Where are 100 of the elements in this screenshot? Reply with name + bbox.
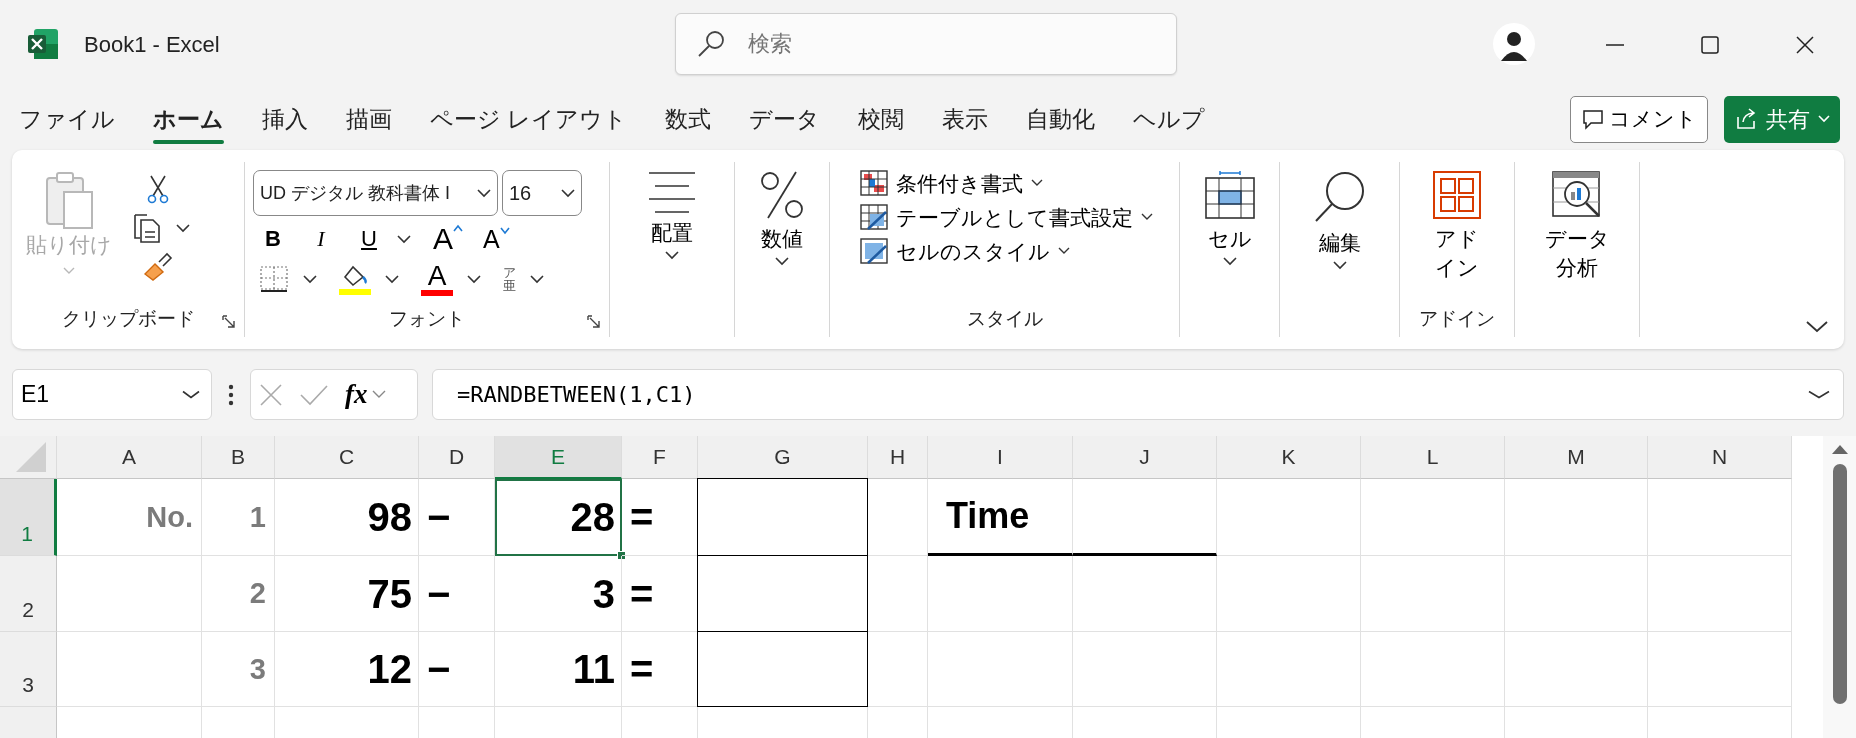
cells-button[interactable]: セル [1197,170,1262,266]
menu-tab[interactable]: ヘルプ [1133,95,1206,143]
column-header[interactable]: B [202,436,275,479]
share-button[interactable]: 共有 [1724,95,1840,143]
font-size-dropdown[interactable]: 16 [502,170,582,216]
phonetic-button[interactable]: ア 亜 [497,266,522,292]
column-header[interactable]: F [622,436,698,479]
shrink-font-button[interactable]: A [477,226,516,252]
editing-button[interactable]: 編集 [1306,170,1373,270]
empty-cell[interactable] [1648,479,1792,556]
empty-cell[interactable] [928,632,1073,707]
name-box[interactable]: E1 [12,369,212,420]
column-header[interactable]: M [1505,436,1648,479]
column-header[interactable]: A [57,436,202,479]
empty-cell[interactable] [1361,556,1505,632]
style-menu-button[interactable]: セルのスタイル [854,238,1171,264]
alignment-button[interactable]: 配置 [641,170,703,260]
caret-icon[interactable] [397,234,411,244]
empty-cell[interactable] [1073,632,1217,707]
caret-icon[interactable] [1808,390,1830,399]
menu-tab[interactable]: 自動化 [1026,95,1096,143]
empty-cell[interactable] [1073,556,1217,632]
more-options-icon[interactable] [228,383,234,406]
caret-icon[interactable] [176,223,190,233]
menu-tab[interactable]: 校閲 [858,95,905,143]
row-header[interactable] [0,707,57,738]
column-header[interactable]: L [1361,436,1505,479]
menu-tab[interactable]: ファイル [19,95,115,143]
empty-cell[interactable] [928,556,1073,632]
empty-cell[interactable] [868,632,928,707]
menu-tab[interactable]: ホーム [153,95,224,143]
column-header[interactable]: C [275,436,419,479]
table-cell[interactable]: 3 [202,632,275,707]
caret-icon[interactable] [182,390,200,399]
empty-cell[interactable] [1505,632,1648,707]
add-ins-button[interactable]: アド イン [1426,170,1488,278]
table-cell[interactable]: 2 [202,556,275,632]
style-menu-button[interactable]: 条件付き書式 [854,170,1171,196]
table-cell[interactable]: 12 [275,632,419,707]
avatar-icon[interactable] [1492,23,1535,65]
menu-tab[interactable]: データ [749,95,821,143]
table-cell[interactable]: Time [928,479,1073,556]
search-field[interactable]: 検索 [674,13,1177,75]
menu-tab[interactable]: ページ レイアウト [430,95,628,143]
italic-button[interactable]: I [301,228,341,250]
column-header[interactable]: K [1217,436,1361,479]
table-cell[interactable]: 11 [495,632,622,707]
data-analysis-button[interactable]: データ 分析 [1538,170,1616,278]
table-cell[interactable]: 28 [495,479,622,556]
table-cell[interactable]: − [419,632,495,707]
table-cell[interactable]: 75 [275,556,419,632]
menu-tab[interactable]: 描画 [346,95,392,143]
comment-button[interactable]: コメント [1570,95,1708,143]
table-cell[interactable]: = [622,479,698,556]
collapse-ribbon-icon[interactable] [1806,321,1828,333]
empty-cell[interactable] [1648,632,1792,707]
empty-cell[interactable] [1505,556,1648,632]
number-format-button[interactable]: 数値 [754,170,810,266]
empty-cell[interactable] [1217,556,1361,632]
caret-icon[interactable] [467,274,481,284]
column-header[interactable]: J [1073,436,1217,479]
scrollbar-thumb[interactable] [1832,464,1847,704]
dialog-launcher-icon[interactable] [587,315,601,329]
column-header[interactable]: H [868,436,928,479]
insert-function-button[interactable]: fx [345,381,386,408]
table-cell[interactable]: = [622,632,698,707]
caret-icon[interactable] [561,188,575,198]
empty-cell[interactable] [1361,632,1505,707]
grow-font-button[interactable]: A [427,224,469,254]
column-header[interactable]: I [928,436,1073,479]
column-header[interactable]: E [495,436,622,479]
menu-tab[interactable]: 数式 [665,95,712,143]
cancel-icon[interactable] [259,382,283,407]
menu-tab[interactable]: 表示 [942,95,989,143]
empty-cell[interactable] [1361,479,1505,556]
empty-cell[interactable] [1073,479,1217,556]
table-cell[interactable]: 3 [495,556,622,632]
font-name-dropdown[interactable]: UD デジタル 教科書体 I [253,170,498,216]
underline-button[interactable]: U [349,228,389,250]
table-cell[interactable]: − [419,479,495,556]
column-header[interactable]: G [698,436,868,479]
table-cell[interactable]: − [419,556,495,632]
row-header[interactable]: 1 [0,479,57,556]
empty-cell[interactable] [1505,479,1648,556]
caret-icon[interactable] [477,188,491,198]
style-menu-button[interactable]: テーブルとして書式設定 [854,204,1171,230]
font-color-button[interactable]: A [415,262,459,296]
empty-cell[interactable] [1648,556,1792,632]
empty-cell[interactable] [1217,479,1361,556]
caret-icon[interactable] [303,274,317,284]
bold-button[interactable]: B [253,228,293,250]
empty-cell[interactable] [868,556,928,632]
row-header[interactable]: 3 [0,632,57,707]
caret-icon[interactable] [530,274,544,284]
fill-handle[interactable] [617,551,626,560]
table-cell[interactable]: No. [57,479,202,556]
menu-tab[interactable]: 挿入 [262,95,308,143]
formula-field[interactable]: =RANDBETWEEN(1,C1) [432,369,1844,420]
table-cell[interactable]: 1 [202,479,275,556]
empty-cell[interactable] [1217,632,1361,707]
